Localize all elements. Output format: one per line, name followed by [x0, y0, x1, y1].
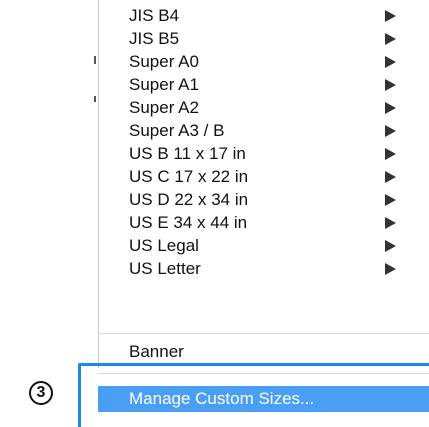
menu-item[interactable]: US Legal	[98, 235, 429, 257]
menu-item[interactable]: Super A3 / B	[98, 120, 429, 142]
submenu-arrow-icon	[385, 56, 396, 68]
menu-item-label: US D 22 x 34 in	[129, 190, 249, 209]
menu-item-label: US Legal	[129, 236, 199, 255]
menu-item[interactable]: Super A1	[98, 74, 429, 96]
window-edge-tick	[94, 56, 96, 64]
menu-item-label: Super A1	[129, 75, 199, 94]
step-number-badge: 3	[29, 381, 53, 405]
menu-item[interactable]: US B 11 x 17 in	[98, 143, 429, 165]
submenu-arrow-icon	[385, 79, 396, 91]
menu-item[interactable]: JIS B4	[98, 5, 429, 27]
menu-item-label: JIS B5	[129, 29, 180, 48]
menu-item[interactable]: US E 34 x 44 in	[98, 212, 429, 234]
menu-item-label: Super A0	[129, 52, 199, 71]
menu-item-label: Super A3 / B	[129, 121, 225, 140]
submenu-arrow-icon	[385, 194, 396, 206]
menu-item[interactable]: Super A0	[98, 51, 429, 73]
menu-item-label: US B 11 x 17 in	[129, 144, 246, 163]
menu-item[interactable]: US C 17 x 22 in	[98, 166, 429, 188]
submenu-arrow-icon	[385, 148, 396, 160]
submenu-arrow-icon	[385, 263, 396, 275]
menu-item-label: Manage Custom Sizes...	[129, 389, 315, 408]
menu-item[interactable]: US Letter	[98, 258, 429, 280]
menu-item-label: Super A2	[129, 98, 199, 117]
submenu-arrow-icon	[385, 171, 396, 183]
menu-item-label: US Letter	[129, 259, 201, 278]
menu-item[interactable]: JIS B5	[98, 28, 429, 50]
menu-item-banner[interactable]: Banner	[98, 341, 429, 363]
submenu-arrow-icon	[385, 33, 396, 45]
step-number: 3	[36, 384, 46, 401]
submenu-arrow-icon	[385, 10, 396, 22]
menu-item[interactable]: US D 22 x 34 in	[98, 189, 429, 211]
menu-item-label: US C 17 x 22 in	[129, 167, 249, 186]
menu-item-label: JIS B4	[129, 6, 180, 25]
submenu-arrow-icon	[385, 102, 396, 114]
menu-item[interactable]: Super A2	[98, 97, 429, 119]
submenu-arrow-icon	[385, 217, 396, 229]
submenu-arrow-icon	[385, 240, 396, 252]
window-edge-tick	[94, 96, 96, 102]
menu-item-manage-custom-sizes[interactable]: Manage Custom Sizes...	[98, 386, 429, 412]
menu-item-label: Banner	[129, 342, 184, 361]
submenu-arrow-icon	[385, 125, 396, 137]
menu-separator	[98, 333, 429, 334]
menu-item-label: US E 34 x 44 in	[129, 213, 248, 232]
